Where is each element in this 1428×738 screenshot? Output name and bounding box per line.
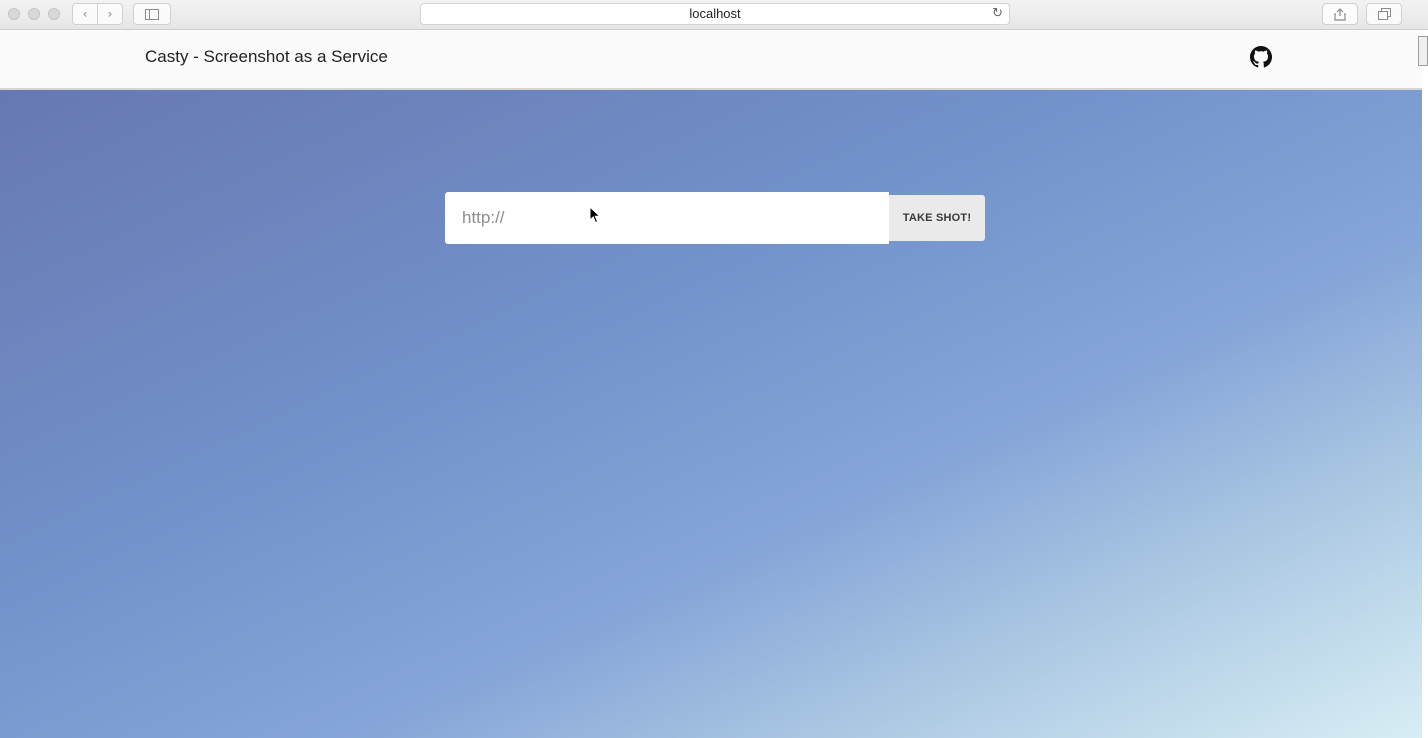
mouse-cursor-icon xyxy=(589,206,601,224)
window-close-button[interactable] xyxy=(8,8,20,20)
back-button[interactable]: ‹ xyxy=(72,3,98,25)
scrollbar-thumb[interactable] xyxy=(1418,36,1428,66)
share-icon xyxy=(1334,7,1346,21)
chevron-right-icon: › xyxy=(107,7,113,21)
page-scrollbar[interactable] xyxy=(1422,30,1428,738)
address-bar[interactable]: localhost ↻ xyxy=(420,3,1010,25)
chevron-left-icon: ‹ xyxy=(82,7,88,21)
forward-button[interactable]: › xyxy=(97,3,123,25)
browser-toolbar: ‹ › localhost ↻ xyxy=(0,0,1428,30)
sidebar-toggle-button[interactable] xyxy=(133,3,171,25)
screenshot-form: TAKE SHOT! xyxy=(445,192,985,244)
address-url: localhost xyxy=(689,6,741,21)
take-shot-button[interactable]: TAKE SHOT! xyxy=(889,195,985,241)
site-header: Casty - Screenshot as a Service xyxy=(0,30,1422,90)
sidebar-icon xyxy=(145,8,159,20)
window-minimize-button[interactable] xyxy=(28,8,40,20)
share-button[interactable] xyxy=(1322,3,1358,25)
window-zoom-button[interactable] xyxy=(48,8,60,20)
reload-icon[interactable]: ↻ xyxy=(992,4,1003,24)
hero-background xyxy=(0,90,1422,738)
github-icon[interactable] xyxy=(1250,46,1272,68)
brand-link[interactable]: Casty - Screenshot as a Service xyxy=(145,47,388,67)
tabs-overview-button[interactable] xyxy=(1366,3,1402,25)
url-input[interactable] xyxy=(445,192,889,244)
tabs-icon xyxy=(1377,8,1391,20)
